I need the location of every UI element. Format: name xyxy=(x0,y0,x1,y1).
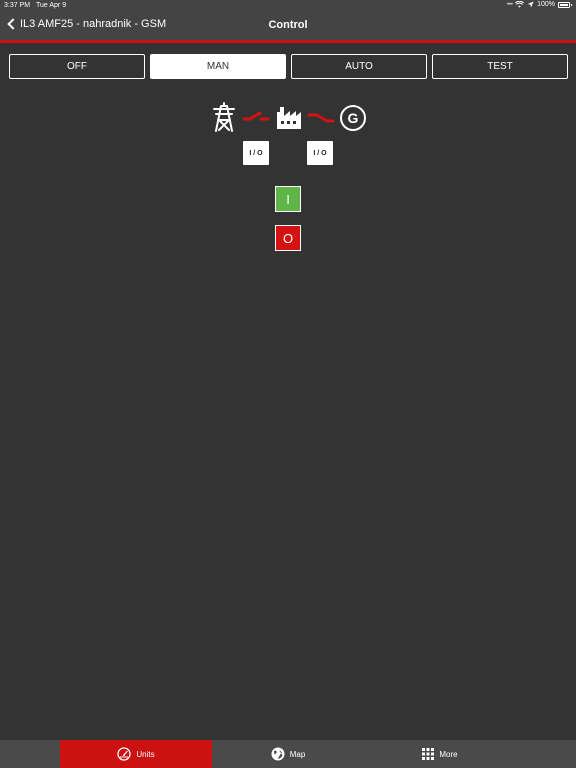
mode-selector: OFF MAN AUTO TEST xyxy=(9,54,569,79)
generator-breaker-button[interactable]: I / O xyxy=(307,141,333,165)
globe-icon xyxy=(271,747,285,761)
mode-man-button[interactable]: MAN xyxy=(150,54,286,79)
tab-bar-filler xyxy=(516,740,576,768)
power-diagram: G xyxy=(210,100,370,134)
generator-letter: G xyxy=(348,110,359,126)
location-arrow-icon xyxy=(527,1,534,8)
mode-test-button[interactable]: TEST xyxy=(432,54,568,79)
tab-more[interactable]: More xyxy=(364,740,516,768)
back-button[interactable]: IL3 AMF25 - nahradnik - GSM xyxy=(6,18,166,30)
start-button[interactable]: I xyxy=(275,186,301,212)
grid-icon xyxy=(422,748,435,760)
gauge-icon xyxy=(117,747,132,761)
tab-bar-spacer xyxy=(0,740,60,768)
battery-icon xyxy=(558,1,572,8)
signal-dots-icon: ••••• xyxy=(506,1,513,8)
navigation-bar: IL3 AMF25 - nahradnik - GSM Control xyxy=(0,12,576,40)
tab-units[interactable]: Units xyxy=(60,740,212,768)
status-indicators: ••••• 100% xyxy=(506,1,572,8)
status-date: Tue Apr 9 xyxy=(36,2,67,9)
status-bar: 3:37 PM Tue Apr 9 ••••• 100% xyxy=(0,0,576,12)
header-accent-line xyxy=(0,40,576,43)
tab-more-label: More xyxy=(439,749,458,759)
mode-off-button[interactable]: OFF xyxy=(9,54,145,79)
generator-breaker-open-icon xyxy=(307,113,335,123)
wifi-icon xyxy=(515,1,525,8)
mains-breaker-button[interactable]: I / O xyxy=(243,141,269,165)
tab-map[interactable]: Map xyxy=(212,740,364,768)
mode-auto-button[interactable]: AUTO xyxy=(291,54,427,79)
power-tower-icon xyxy=(213,102,235,132)
tab-units-label: Units xyxy=(136,749,155,759)
factory-icon xyxy=(277,107,301,129)
mains-breaker-open-icon xyxy=(242,111,270,121)
status-time: 3:37 PM xyxy=(4,2,31,9)
back-button-label: IL3 AMF25 - nahradnik - GSM xyxy=(20,18,167,30)
stop-button[interactable]: O xyxy=(275,225,301,251)
tab-map-label: Map xyxy=(289,749,306,759)
generator-icon: G xyxy=(340,105,366,131)
tab-bar: Units Map More xyxy=(0,740,576,768)
chevron-left-icon xyxy=(7,18,19,30)
battery-percent: 100% xyxy=(537,1,555,8)
